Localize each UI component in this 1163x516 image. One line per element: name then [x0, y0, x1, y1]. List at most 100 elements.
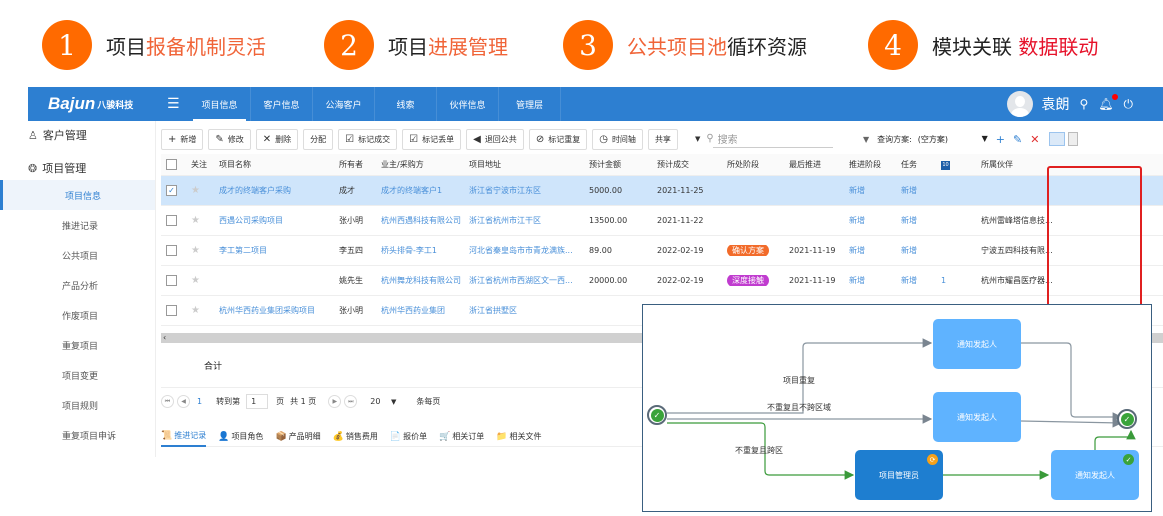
col-stage[interactable]: 所处阶段 [727, 159, 789, 170]
column-settings-icon[interactable]: 10 [941, 160, 950, 170]
project-name-link[interactable]: 成才的终端客户采购 [219, 185, 339, 196]
avatar[interactable] [1007, 91, 1034, 117]
address-link[interactable]: 河北省秦皇岛市市青龙满族... [469, 245, 589, 256]
buyer-link[interactable]: 杭州西遇科技有限公司 [381, 215, 469, 226]
nav-tab-project-info[interactable]: 项目信息 [189, 87, 251, 121]
hamburger-menu-icon[interactable]: ☰ [167, 96, 189, 112]
add-progress-link[interactable]: 新增 [849, 245, 901, 256]
sidebar-item-public-projects[interactable]: 公共项目 [28, 240, 155, 270]
node-notify-initiator-top[interactable]: 通知发起人 [933, 319, 1021, 369]
star-icon[interactable]: ★ [191, 215, 219, 226]
return-public-button[interactable]: ◀ 退回公共 [466, 128, 524, 150]
col-last-progress[interactable]: 最后推进 [789, 159, 849, 170]
list-view-button[interactable] [1068, 132, 1079, 146]
nav-tab-customer-info[interactable]: 客户信息 [251, 87, 313, 121]
star-icon[interactable]: ★ [191, 185, 219, 196]
address-link[interactable]: 浙江省杭州市西湖区文一西... [469, 275, 589, 286]
col-amount[interactable]: 预计金额 [589, 159, 657, 170]
nav-tab-management[interactable]: 管理层 [499, 87, 561, 121]
search-input[interactable]: ▼ ⚲ 搜索 [695, 130, 833, 148]
nav-tab-leads[interactable]: 线索 [375, 87, 437, 121]
sidebar-item-project-changes[interactable]: 项目变更 [28, 360, 155, 390]
address-link[interactable]: 浙江省杭州市江干区 [469, 215, 589, 226]
nav-tab-public-customers[interactable]: 公海客户 [313, 87, 375, 121]
assign-button[interactable]: 分配 [303, 128, 334, 150]
share-button[interactable]: 共享 [647, 128, 678, 150]
detail-tab[interactable]: 🛒 相关订单 [439, 427, 484, 447]
select-all-checkbox[interactable] [166, 159, 177, 170]
add-task-link[interactable]: 新增 [901, 275, 941, 286]
delete-button[interactable]: ✕ 删除 [255, 128, 299, 150]
chevron-left-icon[interactable]: ‹ [163, 333, 166, 342]
star-icon[interactable]: ★ [191, 245, 219, 256]
last-page-button[interactable]: ⏭ [344, 395, 358, 408]
add-task-link[interactable]: 新增 [901, 185, 941, 196]
buyer-link[interactable]: 成才的终端客户1 [381, 185, 469, 196]
add-button[interactable]: + 新增 [161, 128, 204, 150]
address-link[interactable]: 浙江省拱墅区 [469, 305, 589, 316]
col-follow[interactable]: 关注 [191, 159, 219, 170]
buyer-link[interactable]: 杭州舞龙科技有限公司 [381, 275, 469, 286]
detail-tab[interactable]: 📁 相关文件 [496, 427, 541, 447]
sidebar-item-duplicate-appeal[interactable]: 重复项目申诉 [28, 420, 155, 450]
page-input[interactable]: 1 [246, 394, 269, 409]
col-owner[interactable]: 所有者 [339, 159, 381, 170]
current-page[interactable]: 1 [197, 397, 202, 406]
grid-view-button[interactable] [1049, 132, 1066, 146]
buyer-link[interactable]: 杭州华西药业集团 [381, 305, 469, 316]
power-icon[interactable]: ⏻ [1124, 97, 1134, 112]
end-node[interactable]: ✓ [1117, 409, 1137, 429]
query-scheme-select[interactable]: (空方案) ▼ [918, 134, 988, 145]
detail-tab[interactable]: 👤 项目角色 [218, 427, 263, 447]
table-row[interactable]: ★ 李工第二项目 李五四 桥头排骨-李工1 河北省秦皇岛市市青龙满族... 89… [161, 236, 1163, 266]
sidebar-item-product-analysis[interactable]: 产品分析 [28, 270, 155, 300]
col-progress-stage[interactable]: 推进阶段 [849, 159, 901, 170]
col-task[interactable]: 任务 [901, 159, 941, 170]
add-task-link[interactable]: 新增 [901, 215, 941, 226]
edit-scheme-icon[interactable]: ✎ [1013, 133, 1022, 146]
row-checkbox[interactable] [166, 215, 177, 226]
add-task-link[interactable]: 新增 [901, 245, 941, 256]
nav-tab-partners[interactable]: 伙伴信息 [437, 87, 499, 121]
table-row[interactable]: ★ 西遇公司采购项目 张小明 杭州西遇科技有限公司 浙江省杭州市江干区 1350… [161, 206, 1163, 236]
sidebar-item-project-rules[interactable]: 项目规则 [28, 390, 155, 420]
logo[interactable]: Bajun 八骏科技 [28, 87, 155, 121]
sidebar-item-progress-records[interactable]: 推进记录 [28, 210, 155, 240]
detail-tab[interactable]: 📄 报价单 [390, 427, 427, 447]
table-row[interactable]: ✓ ★ 成才的终端客户采购 成才 成才的终端客户1 浙江省宁波市江东区 5000… [161, 176, 1163, 206]
col-buyer[interactable]: 业主/采购方 [381, 159, 469, 170]
bell-icon[interactable]: 🔔︎ [1098, 94, 1118, 111]
sidebar-group-customer[interactable]: ♙ 客户管理 [28, 127, 87, 143]
delete-scheme-icon[interactable]: ✕ [1030, 133, 1039, 146]
project-name-link[interactable]: 杭州华西药业集团采购项目 [219, 305, 339, 316]
add-progress-link[interactable]: 新增 [849, 275, 901, 286]
detail-tab[interactable]: 💰 销售费用 [333, 427, 378, 447]
detail-tab[interactable]: 📜 推进记录 [161, 427, 207, 447]
prev-page-button[interactable]: ◀ [177, 395, 190, 408]
mark-lost-button[interactable]: ☑ 标记丢单 [402, 128, 462, 150]
project-name-link[interactable]: 西遇公司采购项目 [219, 215, 339, 226]
node-notify-initiator-mid[interactable]: 通知发起人 [933, 392, 1021, 442]
sidebar-item-void-projects[interactable]: 作废项目 [28, 300, 155, 330]
col-project-name[interactable]: 项目名称 [219, 159, 339, 170]
sidebar-group-project[interactable]: ❂ 项目管理 [28, 160, 86, 176]
page-size-select[interactable]: 20 ▼ [370, 397, 396, 406]
user-name[interactable]: 袁朗 [1041, 94, 1069, 114]
row-checkbox[interactable]: ✓ [166, 185, 177, 196]
timeline-button[interactable]: ◷ 时间轴 [592, 128, 643, 150]
col-address[interactable]: 项目地址 [469, 159, 589, 170]
detail-tab[interactable]: 📦 产品明细 [275, 427, 320, 447]
start-node[interactable]: ✓ [647, 405, 667, 425]
first-page-button[interactable]: ⏮ [161, 395, 174, 408]
project-name-link[interactable]: 李工第二项目 [219, 245, 339, 256]
add-scheme-icon[interactable]: + [996, 133, 1005, 146]
next-page-button[interactable]: ▶ [328, 395, 342, 408]
add-progress-link[interactable]: 新增 [849, 215, 901, 226]
mark-duplicate-button[interactable]: ⊘ 标记重复 [528, 128, 588, 150]
star-icon[interactable]: ★ [191, 305, 219, 316]
filter-icon[interactable]: ▼ [863, 135, 869, 144]
sidebar-item-duplicate-projects[interactable]: 重复项目 [28, 330, 155, 360]
buyer-link[interactable]: 桥头排骨-李工1 [381, 245, 469, 256]
chevron-down-icon[interactable]: ▼ [695, 135, 700, 143]
row-checkbox[interactable] [166, 305, 177, 316]
